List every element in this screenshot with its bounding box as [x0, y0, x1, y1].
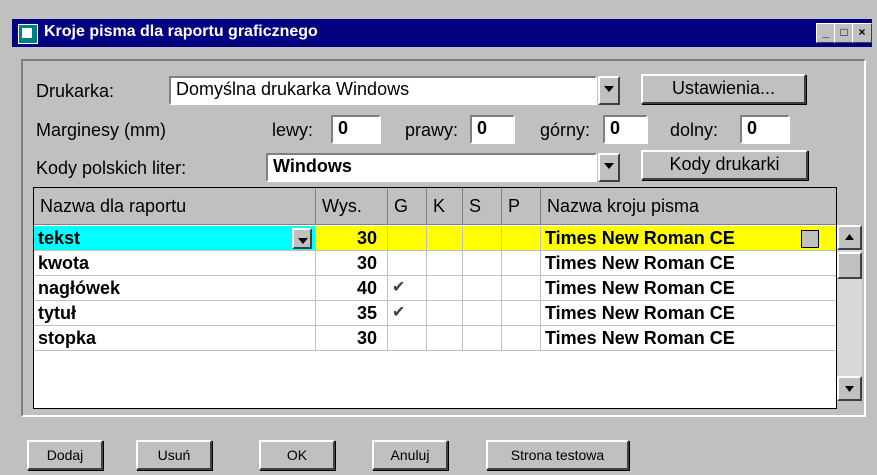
- ok-button[interactable]: OK: [259, 440, 335, 470]
- header-g[interactable]: G: [388, 188, 427, 225]
- table-row-s-cell[interactable]: [463, 276, 502, 301]
- margin-right-input[interactable]: 0: [470, 115, 515, 144]
- app-icon: [18, 24, 38, 44]
- margin-bottom-input[interactable]: 0: [740, 115, 790, 144]
- remove-button[interactable]: Usuń: [136, 440, 212, 470]
- printer-select[interactable]: Domyślna drukarka Windows: [169, 76, 597, 105]
- printer-dropdown-button[interactable]: [598, 76, 620, 105]
- arrow-down-icon: [845, 386, 854, 392]
- window-title: Kroje pisma dla raportu graficznego: [44, 23, 318, 40]
- arrow-up-icon: [845, 234, 854, 240]
- codes-label: Kody polskich liter:: [36, 158, 187, 178]
- close-button[interactable]: ×: [852, 23, 872, 43]
- table-row-p-cell[interactable]: [502, 301, 541, 326]
- header-height[interactable]: Wys.: [316, 188, 388, 225]
- scroll-down-button[interactable]: [837, 376, 862, 401]
- table-row-name-cell[interactable]: stopka: [34, 326, 316, 351]
- scroll-thumb[interactable]: [837, 252, 862, 279]
- table-row-s-cell[interactable]: [463, 301, 502, 326]
- table-row-p-cell[interactable]: [502, 326, 541, 351]
- table-row-s-cell[interactable]: [463, 326, 502, 351]
- test-page-button[interactable]: Strona testowa: [486, 440, 629, 470]
- codes-dropdown-button[interactable]: [598, 153, 620, 182]
- table-row-g-cell[interactable]: ✔: [388, 301, 427, 326]
- codes-select[interactable]: Windows: [266, 153, 597, 182]
- margin-right-label: prawy:: [405, 120, 459, 140]
- minimize-button[interactable]: _: [816, 23, 836, 43]
- font-picker-icon[interactable]: [801, 230, 819, 248]
- printer-label: Drukarka:: [36, 81, 115, 101]
- table-row-name-cell[interactable]: tekst: [34, 226, 316, 251]
- header-p[interactable]: P: [502, 188, 541, 225]
- table-row-height-cell[interactable]: 30: [316, 251, 388, 276]
- table-row-g-cell[interactable]: ✔: [388, 276, 427, 301]
- name-dropdown-button[interactable]: [292, 228, 312, 249]
- table-row-name-cell[interactable]: nagłówek: [34, 276, 316, 301]
- table-row-name-cell[interactable]: kwota: [34, 251, 316, 276]
- margin-left-label: lewy:: [272, 120, 314, 140]
- table-row-height-cell[interactable]: 35: [316, 301, 388, 326]
- table-row-font-cell[interactable]: Times New Roman CE: [541, 251, 836, 276]
- table-row-height-cell[interactable]: 30: [316, 226, 388, 251]
- margin-top-label: górny:: [540, 120, 591, 140]
- table-row-k-cell[interactable]: [427, 251, 463, 276]
- title-bar[interactable]: Kroje pisma dla raportu graficznego _ □ …: [12, 19, 872, 47]
- settings-button[interactable]: Ustawienia...: [641, 74, 806, 104]
- table-row-k-cell[interactable]: [427, 226, 463, 251]
- table-row-g-cell[interactable]: [388, 251, 427, 276]
- table-row-s-cell[interactable]: [463, 251, 502, 276]
- printer-codes-button[interactable]: Kody drukarki: [641, 150, 808, 180]
- header-font[interactable]: Nazwa kroju pisma: [541, 188, 836, 225]
- header-k[interactable]: K: [427, 188, 463, 225]
- table-row-s-cell[interactable]: [463, 226, 502, 251]
- table-row-p-cell[interactable]: [502, 226, 541, 251]
- cancel-button[interactable]: Anuluj: [372, 440, 448, 470]
- table-row-p-cell[interactable]: [502, 276, 541, 301]
- margin-bottom-label: dolny:: [670, 120, 719, 140]
- table-row-height-cell[interactable]: 30: [316, 326, 388, 351]
- margin-left-input[interactable]: 0: [331, 115, 381, 144]
- table-row-font-cell[interactable]: Times New Roman CE: [541, 226, 836, 251]
- table-row-font-cell[interactable]: Times New Roman CE: [541, 326, 836, 351]
- margin-top-input[interactable]: 0: [603, 115, 648, 144]
- table-row-p-cell[interactable]: [502, 251, 541, 276]
- table-row-name-cell[interactable]: tytuł: [34, 301, 316, 326]
- fonts-grid[interactable]: Nazwa dla raportu Wys. G K S P Nazwa kro…: [33, 187, 837, 409]
- table-row-k-cell[interactable]: [427, 326, 463, 351]
- table-row-font-cell[interactable]: Times New Roman CE: [541, 301, 836, 326]
- add-button[interactable]: Dodaj: [27, 440, 103, 470]
- table-row-k-cell[interactable]: [427, 301, 463, 326]
- table-row-font-cell[interactable]: Times New Roman CE: [541, 276, 836, 301]
- maximize-button[interactable]: □: [834, 23, 854, 43]
- scroll-up-button[interactable]: [837, 225, 862, 250]
- table-row-k-cell[interactable]: [427, 276, 463, 301]
- margins-label: Marginesy (mm): [36, 120, 167, 140]
- vertical-scrollbar[interactable]: [837, 225, 862, 401]
- header-name[interactable]: Nazwa dla raportu: [34, 188, 316, 225]
- table-row-g-cell[interactable]: [388, 326, 427, 351]
- table-row-height-cell[interactable]: 40: [316, 276, 388, 301]
- table-row-g-cell[interactable]: [388, 226, 427, 251]
- header-s[interactable]: S: [463, 188, 502, 225]
